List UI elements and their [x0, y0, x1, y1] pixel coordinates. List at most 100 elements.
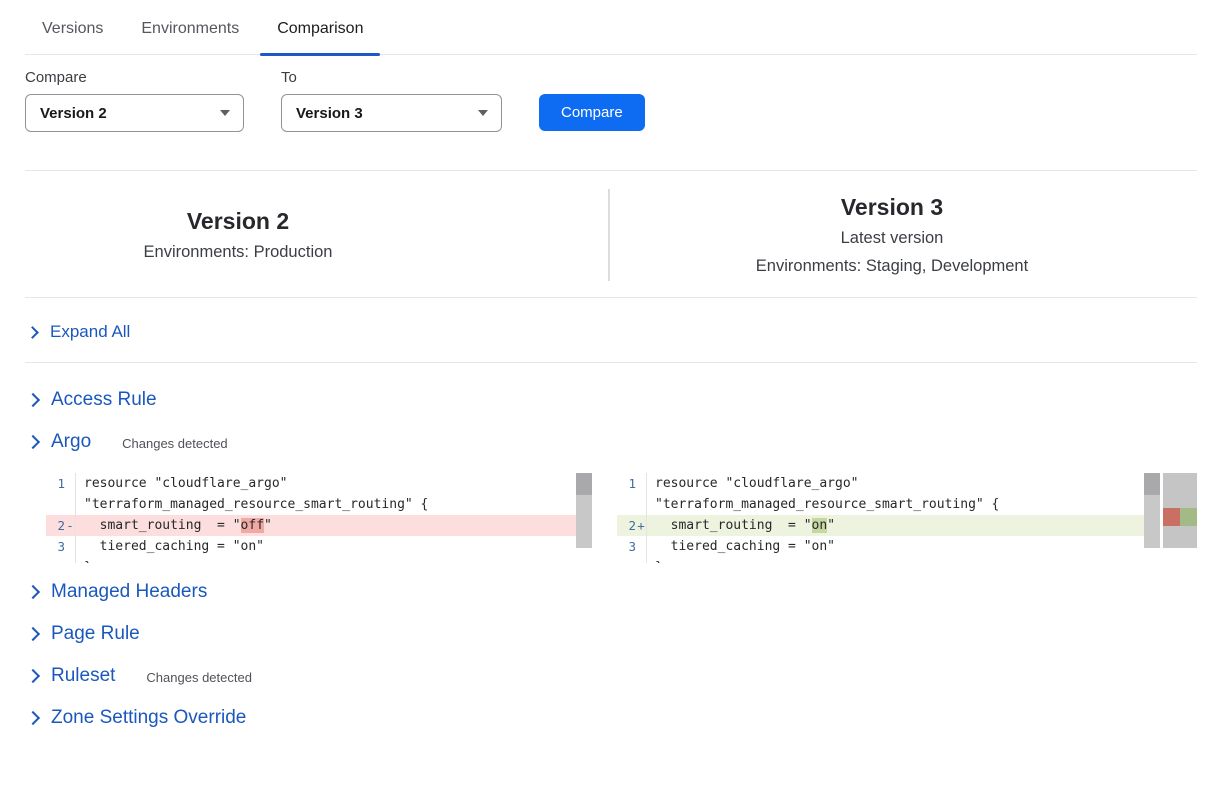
minimap-removed-marker — [1163, 508, 1180, 526]
compare-button[interactable]: Compare — [539, 94, 645, 131]
diff-line: 3 tiered_caching = "on" — [617, 536, 1160, 557]
tab-versions[interactable]: Versions — [25, 20, 120, 54]
chevron-right-icon — [26, 584, 40, 598]
code-text: tiered_caching = "on" — [76, 539, 264, 554]
comparison-page: VersionsEnvironmentsComparison Compare V… — [0, 0, 1224, 729]
code-text: } — [647, 560, 663, 563]
diff-pane-left: 1 resource "cloudflare_argo" "terraform_ma… — [46, 473, 592, 563]
scrollbar-thumb[interactable] — [576, 473, 592, 495]
section-argo[interactable]: Argo Changes detected — [25, 430, 1197, 453]
chevron-down-icon — [220, 110, 230, 116]
diff-pane-right: 1 resource "cloudflare_argo" "terraform_ma… — [617, 473, 1160, 563]
line-number-gutter: 2+ — [617, 515, 647, 536]
code-segment: smart_routing = " — [655, 518, 812, 533]
diff-sign: + — [636, 518, 646, 533]
changed-word: off — [241, 518, 264, 533]
code-segment: " — [264, 518, 272, 533]
section-ruleset[interactable]: Ruleset Changes detected — [25, 664, 1197, 687]
changes-detected-badge: Changes detected — [122, 433, 228, 451]
section-label: Argo — [51, 431, 91, 453]
version-right-column: Version 3 Latest version Environments: S… — [756, 193, 1028, 275]
compare-from-field: Compare Version 2 — [25, 69, 244, 132]
version-right-title: Version 3 — [756, 193, 1028, 221]
line-number: 1 — [617, 476, 636, 491]
diff-line: 1 resource "cloudflare_argo" — [46, 473, 592, 494]
vertical-divider — [608, 189, 610, 281]
line-number-gutter: 3 — [617, 536, 647, 557]
section-label: Page Rule — [51, 623, 140, 645]
diff-line: "terraform_managed_resource_smart_routin… — [617, 494, 1160, 515]
line-number-gutter — [617, 494, 647, 515]
code-text: "terraform_managed_resource_smart_routin… — [647, 497, 999, 512]
diff-line: } — [46, 557, 592, 563]
compare-from-dropdown[interactable]: Version 2 — [25, 94, 244, 132]
tab-environments[interactable]: Environments — [124, 20, 256, 54]
compare-controls: Compare Version 2 To Version 3 Compare — [25, 69, 1197, 132]
code-text: tiered_caching = "on" — [647, 539, 835, 554]
section-page-rule[interactable]: Page Rule — [25, 622, 1197, 645]
code-text: smart_routing = "off" — [76, 518, 272, 533]
tab-bar: VersionsEnvironmentsComparison — [25, 0, 1197, 55]
section-access-rule[interactable]: Access Rule — [25, 388, 1197, 411]
expand-all-label: Expand All — [50, 322, 130, 342]
compare-to-dropdown[interactable]: Version 3 — [281, 94, 502, 132]
line-number-gutter: 1 — [46, 473, 76, 494]
code-text: "terraform_managed_resource_smart_routin… — [76, 497, 428, 512]
sections: Access Rule Argo Changes detected 1 resource… — [25, 363, 1197, 729]
line-number: 3 — [46, 539, 65, 554]
chevron-right-icon — [26, 434, 40, 448]
code-segment: " — [827, 518, 835, 533]
expand-all-button[interactable]: Expand All — [25, 298, 1197, 363]
section-zone-settings-override[interactable]: Zone Settings Override — [25, 706, 1197, 729]
diff-line: 3 tiered_caching = "on" — [46, 536, 592, 557]
line-number-gutter — [46, 494, 76, 515]
code-segment: tiered_caching = "on" — [84, 539, 264, 554]
code-segment: resource "cloudflare_argo" — [655, 476, 859, 491]
compare-from-value: Version 2 — [40, 105, 107, 122]
section-label: Access Rule — [51, 389, 157, 411]
minimap-added-marker — [1180, 508, 1197, 526]
compare-to-field: To Version 3 — [281, 69, 502, 132]
diff-line: 2- smart_routing = "off" — [46, 515, 592, 536]
version-left-column: Version 2 Environments: Production — [144, 207, 333, 261]
code-segment: } — [655, 560, 663, 563]
chevron-down-icon — [478, 110, 488, 116]
chevron-right-icon — [26, 668, 40, 682]
section-label: Managed Headers — [51, 581, 207, 603]
version-left-environments: Environments: Production — [144, 243, 333, 261]
version-headers: Version 2 Environments: Production Versi… — [25, 170, 1197, 298]
line-number-gutter — [617, 557, 647, 563]
diff-line: 2+ smart_routing = "on" — [617, 515, 1160, 536]
compare-to-label: To — [281, 69, 502, 86]
code-text: } — [76, 560, 92, 563]
diff-viewer: 1 resource "cloudflare_argo" "terraform_ma… — [46, 473, 1197, 563]
line-number-gutter: 2- — [46, 515, 76, 536]
chevron-right-icon — [26, 326, 39, 339]
code-segment: resource "cloudflare_argo" — [84, 476, 288, 491]
scrollbar[interactable] — [576, 473, 592, 548]
changed-word: on — [812, 518, 828, 533]
version-right-environments: Environments: Staging, Development — [756, 257, 1028, 275]
section-label: Ruleset — [51, 665, 115, 687]
line-number-gutter: 1 — [617, 473, 647, 494]
diff-sign: - — [65, 518, 75, 533]
diff-line: 1 resource "cloudflare_argo" — [617, 473, 1160, 494]
diff-line: "terraform_managed_resource_smart_routin… — [46, 494, 592, 515]
code-text: resource "cloudflare_argo" — [647, 476, 859, 491]
code-segment: "terraform_managed_resource_smart_routin… — [655, 497, 999, 512]
line-number: 2 — [46, 518, 65, 533]
tab-comparison[interactable]: Comparison — [260, 20, 380, 54]
compare-from-label: Compare — [25, 69, 244, 86]
line-number-gutter — [46, 557, 76, 563]
compare-to-value: Version 3 — [296, 105, 363, 122]
chevron-right-icon — [26, 626, 40, 640]
code-text: resource "cloudflare_argo" — [76, 476, 288, 491]
changes-detected-badge: Changes detected — [146, 667, 252, 685]
scrollbar-thumb[interactable] — [1144, 473, 1160, 495]
diff-minimap[interactable] — [1163, 473, 1197, 548]
scrollbar[interactable] — [1144, 473, 1160, 548]
code-segment: "terraform_managed_resource_smart_routin… — [84, 497, 428, 512]
section-managed-headers[interactable]: Managed Headers — [25, 580, 1197, 603]
code-segment: } — [84, 560, 92, 563]
line-number: 3 — [617, 539, 636, 554]
